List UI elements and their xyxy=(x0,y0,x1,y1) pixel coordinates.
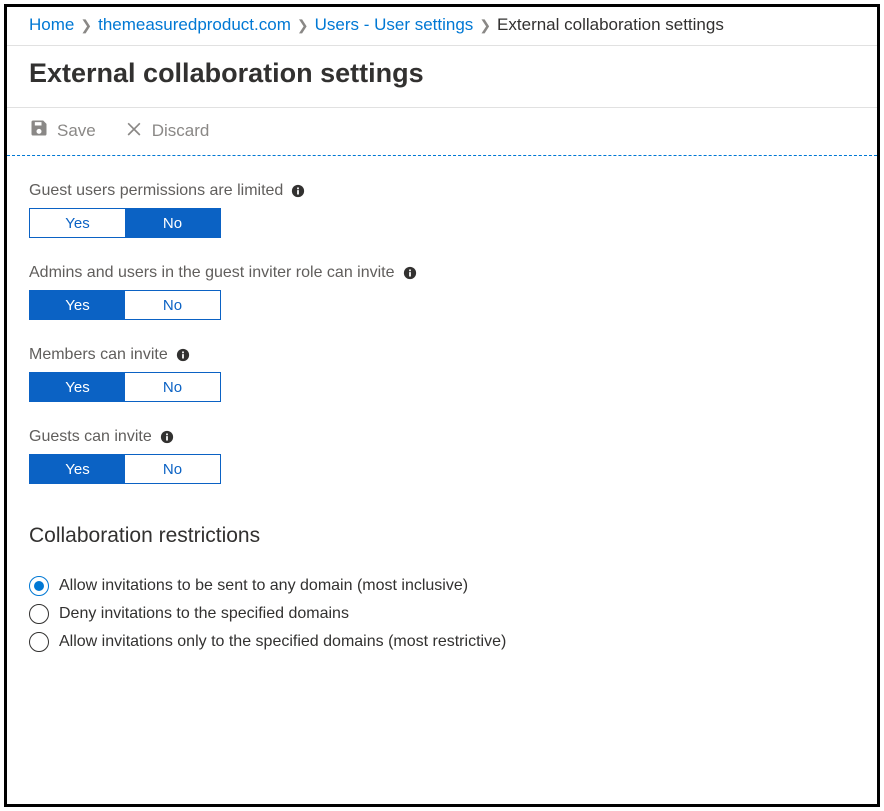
radio-label: Deny invitations to the specified domain… xyxy=(59,605,349,623)
radio-icon xyxy=(29,576,49,596)
toggle-yes[interactable]: Yes xyxy=(30,373,125,401)
setting-guests-invite: Guests can invite Yes No xyxy=(29,428,855,484)
chevron-right-icon: ❯ xyxy=(479,17,491,34)
setting-guest-permissions: Guest users permissions are limited Yes … xyxy=(29,182,855,238)
setting-label: Guests can invite xyxy=(29,428,152,446)
breadcrumb: Home ❯ themeasuredproduct.com ❯ Users - … xyxy=(7,7,877,46)
toggle-guest-inviter[interactable]: Yes No xyxy=(29,290,221,320)
toolbar: Save Discard xyxy=(7,107,877,156)
setting-label: Members can invite xyxy=(29,346,168,364)
radio-allow-specified[interactable]: Allow invitations only to the specified … xyxy=(29,632,855,652)
toggle-yes[interactable]: Yes xyxy=(30,455,125,483)
info-icon[interactable] xyxy=(403,266,417,280)
radio-deny-specified[interactable]: Deny invitations to the specified domain… xyxy=(29,604,855,624)
radio-icon xyxy=(29,632,49,652)
setting-guest-inviter: Admins and users in the guest inviter ro… xyxy=(29,264,855,320)
info-icon[interactable] xyxy=(176,348,190,362)
chevron-right-icon: ❯ xyxy=(80,17,92,34)
toggle-guest-permissions[interactable]: Yes No xyxy=(29,208,221,238)
discard-label: Discard xyxy=(152,121,210,141)
radio-label: Allow invitations to be sent to any doma… xyxy=(59,577,468,595)
chevron-right-icon: ❯ xyxy=(297,17,309,34)
info-icon[interactable] xyxy=(160,430,174,444)
radio-label: Allow invitations only to the specified … xyxy=(59,633,506,651)
toggle-no[interactable]: No xyxy=(125,291,220,319)
breadcrumb-link-domain[interactable]: themeasuredproduct.com xyxy=(98,15,291,35)
toggle-no[interactable]: No xyxy=(125,455,220,483)
radio-allow-any[interactable]: Allow invitations to be sent to any doma… xyxy=(29,576,855,596)
setting-members-invite: Members can invite Yes No xyxy=(29,346,855,402)
toggle-members-invite[interactable]: Yes No xyxy=(29,372,221,402)
toggle-yes[interactable]: Yes xyxy=(30,209,125,237)
toggle-yes[interactable]: Yes xyxy=(30,291,125,319)
setting-label: Guest users permissions are limited xyxy=(29,182,283,200)
close-icon xyxy=(124,118,144,143)
toggle-guests-invite[interactable]: Yes No xyxy=(29,454,221,484)
setting-label: Admins and users in the guest inviter ro… xyxy=(29,264,395,282)
breadcrumb-link-home[interactable]: Home xyxy=(29,15,74,35)
restrictions-radio-group: Allow invitations to be sent to any doma… xyxy=(29,576,855,652)
toggle-no[interactable]: No xyxy=(125,373,220,401)
discard-button[interactable]: Discard xyxy=(124,118,210,143)
restrictions-heading: Collaboration restrictions xyxy=(29,524,855,548)
breadcrumb-current: External collaboration settings xyxy=(497,15,724,35)
page-title: External collaboration settings xyxy=(7,46,877,107)
save-label: Save xyxy=(57,121,96,141)
info-icon[interactable] xyxy=(291,184,305,198)
save-icon xyxy=(29,118,49,143)
save-button[interactable]: Save xyxy=(29,118,96,143)
breadcrumb-link-users[interactable]: Users - User settings xyxy=(315,15,474,35)
toggle-no[interactable]: No xyxy=(125,209,220,237)
settings-body: Guest users permissions are limited Yes … xyxy=(7,156,877,678)
radio-icon xyxy=(29,604,49,624)
